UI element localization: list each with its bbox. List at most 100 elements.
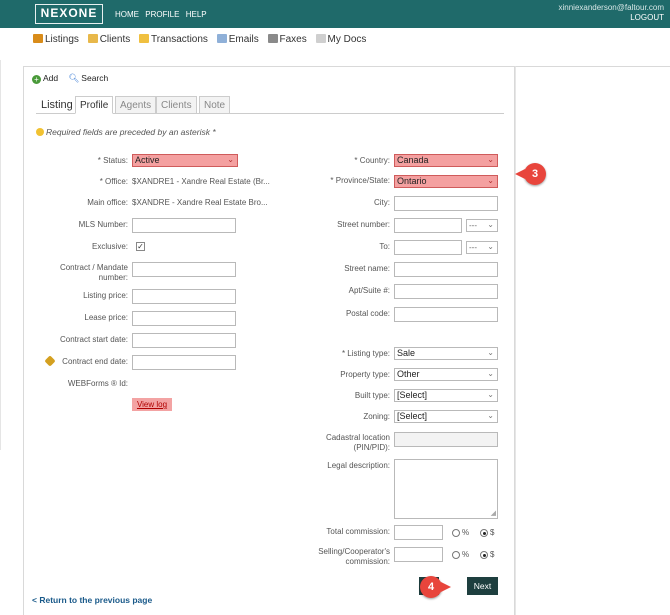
module-clients[interactable]: Clients [87,34,131,45]
docs-icon [315,34,326,43]
built-type-label: Built type: [354,391,390,400]
status-value: Active [135,155,160,165]
contract-start-input[interactable] [132,333,236,348]
legal-description-label: Legal description: [327,461,390,470]
listing-type-label: * Listing type: [341,349,390,358]
add-button[interactable]: + Add [32,73,59,84]
built-type-value: [Select] [397,390,428,400]
callout-3-pointer [515,169,525,179]
street-name-label: Street name: [344,264,390,273]
nexone-logo[interactable]: NEXONE [35,4,103,24]
total-commission-input[interactable] [394,525,443,540]
module-my-docs[interactable]: My Docs [315,34,367,45]
module-label: Emails [228,34,259,45]
chevron-down-icon: ⌄ [487,242,494,251]
module-listings[interactable]: Listings [33,34,79,45]
built-type-select[interactable]: [Select] ⌄ [394,389,498,402]
module-faxes[interactable]: Faxes [267,34,307,45]
cadastral-label-1: Cadastral location [325,433,390,442]
total-commission-percent-radio[interactable] [452,529,460,537]
contract-mandate-input[interactable] [132,262,236,277]
module-label: Listings [45,34,79,45]
zoning-label: Zoning: [363,412,390,421]
legal-description-textarea[interactable]: ◢ [394,459,498,519]
country-select[interactable]: Canada ⌄ [394,154,498,167]
module-label: My Docs [327,34,367,45]
zoning-select[interactable]: [Select] ⌄ [394,410,498,423]
fax-icon [267,34,278,43]
next-button[interactable]: Next [467,577,498,595]
contract-mandate-label: Contract / Mandate number: [44,263,128,283]
listing-form-panel: + Add 🔍︎ Search Listing Profile Agents Cli… [23,66,515,615]
province-label: * Province/State: [330,176,390,185]
person-icon [87,34,98,43]
listing-type-select[interactable]: Sale ⌄ [394,347,498,360]
to-label: To: [379,242,390,251]
module-label: Transactions [151,34,208,45]
city-label: City: [374,198,390,207]
plus-icon: + [32,75,41,84]
lease-price-input[interactable] [132,311,236,326]
property-type-select[interactable]: Other ⌄ [394,368,498,381]
street-name-input[interactable] [394,262,498,277]
listing-type-value: Sale [397,348,416,358]
exclusive-checkbox[interactable]: ✓ [136,242,145,251]
country-value: Canada [397,155,429,165]
property-type-value: Other [397,369,420,379]
add-label: Add [43,73,59,83]
webforms-label: WEBForms ® Id: [67,379,128,388]
contract-end-input[interactable] [132,355,236,370]
nav-home[interactable]: HOME [115,10,139,19]
selling-commission-label-1: Selling/Cooperator's [318,547,390,556]
top-header: NEXONE HOME PROFILE HELP xinniexanderson… [0,0,670,28]
street-number-suffix-select[interactable]: --- ⌄ [466,219,498,232]
status-select[interactable]: Active ⌄ [132,154,238,167]
status-label: * Status: [97,156,128,165]
callout-3-number: 3 [531,168,539,180]
side-panel [515,66,670,615]
city-input[interactable] [394,196,498,211]
province-value: Ontario [397,176,427,186]
total-commission-dollar-radio[interactable] [480,529,488,537]
folder-icon [139,34,150,43]
tab-note[interactable]: Note [199,96,231,114]
module-label: Clients [99,34,131,45]
module-transactions[interactable]: Transactions [139,34,208,45]
view-log-button[interactable]: View log [132,398,172,411]
tab-clients[interactable]: Clients [156,96,197,114]
total-commission-label: Total commission: [326,527,390,536]
to-input[interactable] [394,240,462,255]
province-select[interactable]: Ontario ⌄ [394,175,498,188]
callout-4-number: 4 [427,581,435,593]
search-label: Search [81,73,109,83]
callout-3: 3 [515,163,546,185]
listing-price-input[interactable] [132,289,236,304]
callout-4-pointer [441,582,451,592]
return-previous-link[interactable]: < Return to the previous page [32,595,152,605]
chevron-down-icon: ⌄ [227,155,234,164]
cadastral-input[interactable] [394,432,498,447]
tab-listing[interactable]: Listing [36,96,78,114]
nav-help[interactable]: HELP [186,10,207,19]
selling-commission-label: Selling/Cooperator's commission: [306,547,390,567]
selling-commission-percent-radio[interactable] [452,551,460,559]
action-bar: + Add 🔍︎ Search [32,73,116,84]
tab-profile[interactable]: Profile [75,96,114,114]
cadastral-label: Cadastral location (PIN/PID): [306,433,390,453]
mls-number-input[interactable] [132,218,236,233]
required-note-text: Required fields are preceded by an aster… [46,127,216,137]
tab-agents[interactable]: Agents [115,96,157,114]
selling-commission-input[interactable] [394,547,443,562]
selling-commission-dollar-radio[interactable] [480,551,488,559]
to-suffix-select[interactable]: --- ⌄ [466,241,498,254]
postal-code-input[interactable] [394,307,498,322]
module-emails[interactable]: Emails [216,34,259,45]
selling-commission-label-2: commission: [345,557,390,566]
logout-link[interactable]: LOGOUT [630,13,664,22]
search-button[interactable]: 🔍︎ Search [69,73,109,83]
street-number-input[interactable] [394,218,462,233]
nav-profile[interactable]: PROFILE [145,10,179,19]
percent-label: % [462,550,470,559]
apt-suite-input[interactable] [394,284,498,299]
lightbulb-icon [36,128,44,136]
